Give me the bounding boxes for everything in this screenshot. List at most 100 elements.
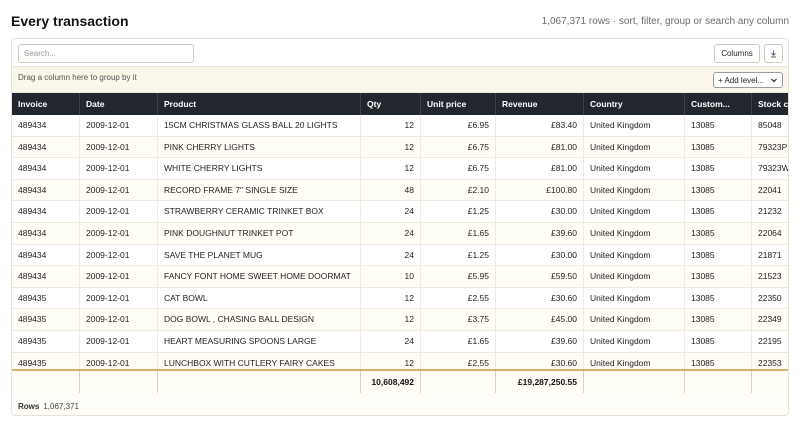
cell-product: CAT BOWL <box>158 287 361 309</box>
cell-invoice: 489434 <box>12 179 80 201</box>
cell-unit-price: £1.25 <box>421 201 496 222</box>
cell-revenue: £59.50 <box>496 266 584 287</box>
column-header-country[interactable]: Country <box>584 93 685 115</box>
cell-invoice: 489434 <box>12 136 80 158</box>
cell-unit-price: £6.75 <box>421 158 496 179</box>
table-row[interactable]: 489434 2009-12-01 RECORD FRAME 7" SINGLE S… <box>12 179 788 202</box>
cell-customer: 13085 <box>685 266 752 287</box>
cell-revenue: £83.40 <box>496 115 584 136</box>
column-header-revenue[interactable]: Revenue <box>496 93 584 115</box>
page-header: Every transaction 1,067,371 rows · sort,… <box>11 9 789 33</box>
table-row[interactable]: 489435 2009-12-01 CAT BOWL 12 £2.55 £30.60 Uni… <box>12 287 788 310</box>
cell-invoice: 489434 <box>12 244 80 266</box>
column-header-unit-price[interactable]: Unit price <box>421 93 496 115</box>
cell-date: 2009-12-01 <box>80 158 158 179</box>
page-subtitle: 1,067,371 rows · sort, filter, group or … <box>541 15 789 27</box>
cell-unit-price: £1.65 <box>421 330 496 352</box>
table-row[interactable]: 489434 2009-12-01 SAVE THE PLANET MUG 24 £1.… <box>12 244 788 267</box>
search-box <box>18 44 194 63</box>
cell-invoice: 489435 <box>12 309 80 330</box>
totals-cell <box>685 371 752 393</box>
column-header-stock-code[interactable]: Stock c <box>752 93 788 115</box>
chevron-down-icon <box>771 78 777 83</box>
add-level-label: + Add level... <box>718 75 765 85</box>
table-row[interactable]: 489434 2009-12-01 WHITE CHERRY LIGHTS 12 £6.… <box>12 158 788 180</box>
search-input[interactable] <box>24 49 193 58</box>
column-header-row: Invoice Date Product Qty Unit price Reve… <box>12 93 788 115</box>
cell-stock-code: 22064 <box>752 223 788 244</box>
cell-product: FANCY FONT HOME SWEET HOME DOORMAT <box>158 266 361 287</box>
column-header-product[interactable]: Product <box>158 93 361 115</box>
cell-qty: 12 <box>361 309 421 330</box>
cell-stock-code: 22353 <box>752 353 788 369</box>
cell-date: 2009-12-01 <box>80 266 158 287</box>
cell-qty: 12 <box>361 287 421 309</box>
cell-stock-code: 79323P <box>752 137 788 158</box>
totals-cell <box>158 371 361 393</box>
cell-date: 2009-12-01 <box>80 352 158 369</box>
cell-unit-price: £1.25 <box>421 244 496 266</box>
cell-date: 2009-12-01 <box>80 244 158 266</box>
column-header-qty[interactable]: Qty <box>361 93 421 115</box>
total-revenue: £19,287,250.55 <box>496 371 584 393</box>
column-header-date[interactable]: Date <box>80 93 158 115</box>
cell-revenue: £30.00 <box>496 244 584 266</box>
cell-revenue: £45.00 <box>496 309 584 330</box>
cell-stock-code: 22041 <box>752 180 788 201</box>
cell-stock-code: 21232 <box>752 201 788 222</box>
cell-revenue: £30.00 <box>496 201 584 222</box>
cell-country: United Kingdom <box>584 201 685 222</box>
cell-qty: 10 <box>361 266 421 287</box>
cell-customer: 13085 <box>685 158 752 179</box>
cell-invoice: 489435 <box>12 352 80 369</box>
cell-product: DOG BOWL , CHASING BALL DESIGN <box>158 309 361 330</box>
table-row[interactable]: 489434 2009-12-01 15CM CHRISTMAS GLASS BAL… <box>12 115 788 137</box>
cell-invoice: 489434 <box>12 222 80 244</box>
cell-customer: 13085 <box>685 352 752 369</box>
row-count-value: 1,067,371 <box>43 401 79 411</box>
column-header-invoice[interactable]: Invoice <box>12 93 80 115</box>
table-row[interactable]: 489434 2009-12-01 PINK DOUGHNUT TRINKET PO… <box>12 222 788 245</box>
table-row[interactable]: 489434 2009-12-01 FANCY FONT HOME SWEET HO… <box>12 266 788 288</box>
cell-revenue: £81.00 <box>496 158 584 179</box>
cell-revenue: £100.80 <box>496 179 584 201</box>
cell-stock-code: 22195 <box>752 331 788 352</box>
table-row[interactable]: 489434 2009-12-01 PINK CHERRY LIGHTS 12 £6.7… <box>12 136 788 159</box>
cell-country: United Kingdom <box>584 309 685 330</box>
group-by-dropzone[interactable]: Drag a column here to group by it + Add … <box>12 67 788 93</box>
table-row[interactable]: 489435 2009-12-01 HEART MEASURING SPOONS L… <box>12 330 788 353</box>
cell-country: United Kingdom <box>584 244 685 266</box>
cell-date: 2009-12-01 <box>80 309 158 330</box>
cell-country: United Kingdom <box>584 352 685 369</box>
row-count-label: Rows <box>18 401 40 411</box>
cell-qty: 12 <box>361 352 421 369</box>
cell-country: United Kingdom <box>584 330 685 352</box>
table-row[interactable]: 489434 2009-12-01 STRAWBERRY CERAMIC TRINK… <box>12 201 788 223</box>
total-qty: 10,608,492 <box>361 371 421 393</box>
column-header-customer[interactable]: Custom... <box>685 93 752 115</box>
add-level-select[interactable]: + Add level... <box>713 72 783 88</box>
totals-cell <box>12 371 80 393</box>
cell-customer: 13085 <box>685 287 752 309</box>
cell-unit-price: £1.65 <box>421 222 496 244</box>
cell-stock-code: 21523 <box>752 266 788 287</box>
table-row[interactable]: 489435 2009-12-01 DOG BOWL , CHASING BALL … <box>12 309 788 331</box>
cell-unit-price: £6.75 <box>421 136 496 158</box>
cell-product: RECORD FRAME 7" SINGLE SIZE <box>158 179 361 201</box>
cell-unit-price: £2.55 <box>421 287 496 309</box>
cell-qty: 12 <box>361 115 421 136</box>
cell-customer: 13085 <box>685 309 752 330</box>
cell-stock-code: 22350 <box>752 288 788 309</box>
cell-qty: 12 <box>361 136 421 158</box>
cell-country: United Kingdom <box>584 136 685 158</box>
export-button[interactable] <box>764 44 783 63</box>
cell-invoice: 489434 <box>12 201 80 222</box>
table-row[interactable]: 489435 2009-12-01 LUNCHBOX WITH CUTLERY FA… <box>12 352 788 369</box>
cell-customer: 13085 <box>685 244 752 266</box>
cell-invoice: 489434 <box>12 158 80 179</box>
cell-date: 2009-12-01 <box>80 115 158 136</box>
cell-invoice: 489435 <box>12 330 80 352</box>
columns-button[interactable]: Columns <box>714 44 760 63</box>
cell-revenue: £30.60 <box>496 352 584 369</box>
totals-cell <box>80 371 158 393</box>
